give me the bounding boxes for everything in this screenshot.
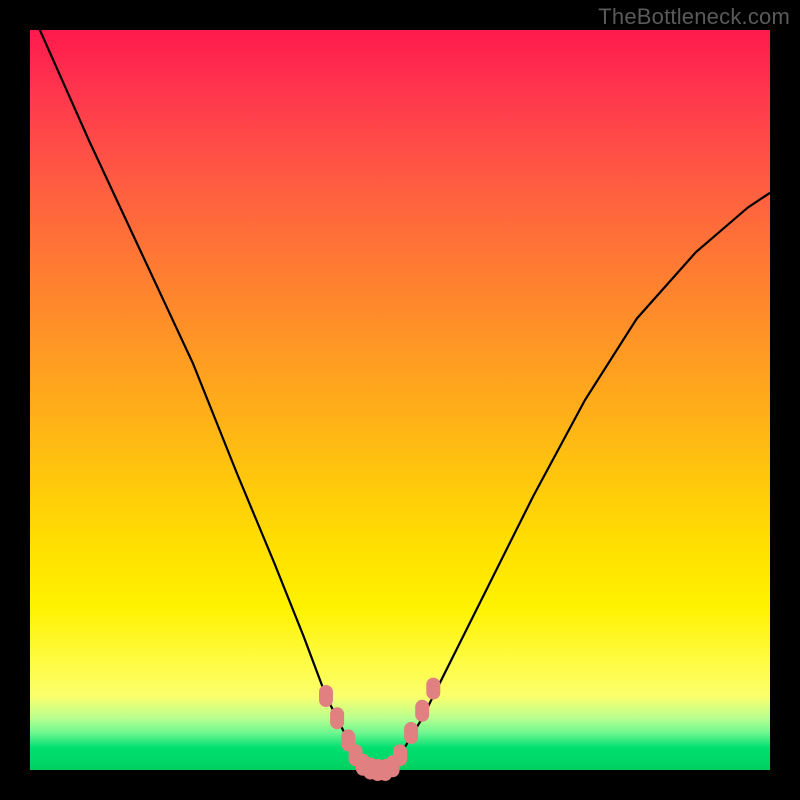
marker-dot [319, 685, 333, 707]
marker-dot [404, 722, 418, 744]
marker-dot [393, 744, 407, 766]
marker-dot [426, 678, 440, 700]
plot-area [30, 30, 770, 770]
marker-group [319, 678, 440, 781]
marker-dot [330, 707, 344, 729]
marker-dot [415, 700, 429, 722]
chart-frame: TheBottleneck.com [0, 0, 800, 800]
left-curve [30, 8, 378, 770]
watermark-text: TheBottleneck.com [598, 4, 790, 30]
chart-svg [30, 30, 770, 770]
